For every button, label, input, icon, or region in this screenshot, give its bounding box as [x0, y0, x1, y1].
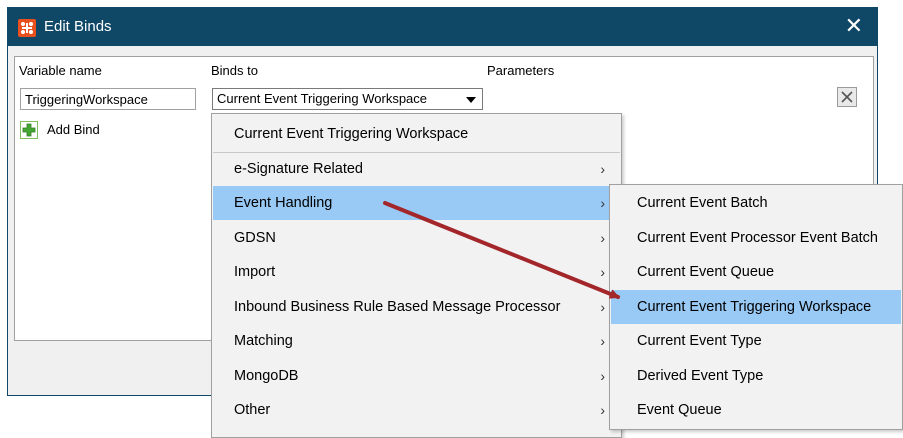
menu-item-label: Matching — [234, 333, 293, 349]
variable-name-input[interactable] — [20, 88, 196, 110]
window-title: Edit Binds — [44, 18, 112, 35]
submenu-item-derived-event-type[interactable]: Derived Event Type — [611, 359, 901, 393]
menu-item-inbound-business-rule-based-message-processor[interactable]: Inbound Business Rule Based Message Proc… — [213, 290, 620, 324]
submenu-item-label: Current Event Processor Event Batch — [637, 230, 878, 246]
submenu-item-label: Current Event Queue — [637, 264, 775, 280]
event-handling-submenu: Current Event Batch Current Event Proces… — [609, 184, 903, 430]
menu-item-label: Other — [234, 402, 271, 418]
submenu-item-label: Event Queue — [637, 402, 722, 418]
submenu-item-label: Derived Event Type — [637, 368, 764, 384]
menu-item-label: Import — [234, 264, 276, 280]
delete-x-icon — [841, 91, 853, 103]
chevron-right-icon: › — [600, 402, 605, 418]
add-plus-icon — [20, 121, 38, 139]
menu-item-event-handling[interactable]: Event Handling › — [213, 186, 620, 220]
chevron-right-icon: › — [600, 195, 605, 211]
title-bar[interactable]: Edit Binds ✕ — [8, 8, 877, 46]
submenu-item-current-event-batch[interactable]: Current Event Batch — [611, 186, 901, 220]
menu-item-current-event-triggering-workspace[interactable]: Current Event Triggering Workspace — [213, 117, 620, 151]
submenu-item-current-event-type[interactable]: Current Event Type — [611, 324, 901, 358]
submenu-item-label: Current Event Batch — [637, 195, 768, 211]
menu-item-label: MongoDB — [234, 368, 299, 384]
submenu-item-current-event-processor-event-batch[interactable]: Current Event Processor Event Batch — [611, 221, 901, 255]
menu-item-label: GDSN — [234, 230, 276, 246]
column-header-parameters: Parameters — [487, 63, 555, 78]
menu-item-gdsn[interactable]: GDSN › — [213, 221, 620, 255]
app-logo-icon — [18, 19, 36, 37]
menu-item-label: Inbound Business Rule Based Message Proc… — [234, 299, 561, 315]
binds-to-selected-value: Current Event Triggering Workspace — [217, 91, 428, 106]
submenu-item-current-event-triggering-workspace[interactable]: Current Event Triggering Workspace — [611, 290, 901, 324]
menu-item-import[interactable]: Import › — [213, 255, 620, 289]
menu-item-other[interactable]: Other › — [213, 393, 620, 427]
column-header-variable-name: Variable name — [19, 63, 102, 78]
menu-item-mongodb[interactable]: MongoDB › — [213, 359, 620, 393]
column-header-binds-to: Binds to — [211, 63, 258, 78]
chevron-right-icon: › — [600, 368, 605, 384]
menu-item-e-signature-related[interactable]: e-Signature Related › — [213, 152, 620, 186]
submenu-item-label: Current Event Triggering Workspace — [637, 299, 872, 315]
menu-item-matching[interactable]: Matching › — [213, 324, 620, 358]
binds-to-menu: Current Event Triggering Workspace e-Sig… — [211, 113, 622, 438]
dropdown-arrow-icon — [466, 97, 476, 103]
close-icon[interactable]: ✕ — [845, 13, 863, 39]
submenu-item-current-event-queue[interactable]: Current Event Queue — [611, 255, 901, 289]
binds-to-dropdown[interactable]: Current Event Triggering Workspace — [212, 88, 483, 110]
chevron-right-icon: › — [600, 230, 605, 246]
chevron-right-icon: › — [600, 161, 605, 177]
submenu-item-event-queue[interactable]: Event Queue — [611, 393, 901, 427]
delete-bind-button[interactable] — [837, 87, 857, 107]
menu-item-label: e-Signature Related — [234, 161, 363, 177]
menu-item-label: Event Handling — [234, 195, 333, 211]
chevron-right-icon: › — [600, 299, 605, 315]
chevron-right-icon: › — [600, 264, 605, 280]
chevron-right-icon: › — [600, 333, 605, 349]
menu-item-label: Current Event Triggering Workspace — [234, 126, 469, 142]
add-bind-label: Add Bind — [47, 122, 100, 137]
submenu-item-label: Current Event Type — [637, 333, 762, 349]
